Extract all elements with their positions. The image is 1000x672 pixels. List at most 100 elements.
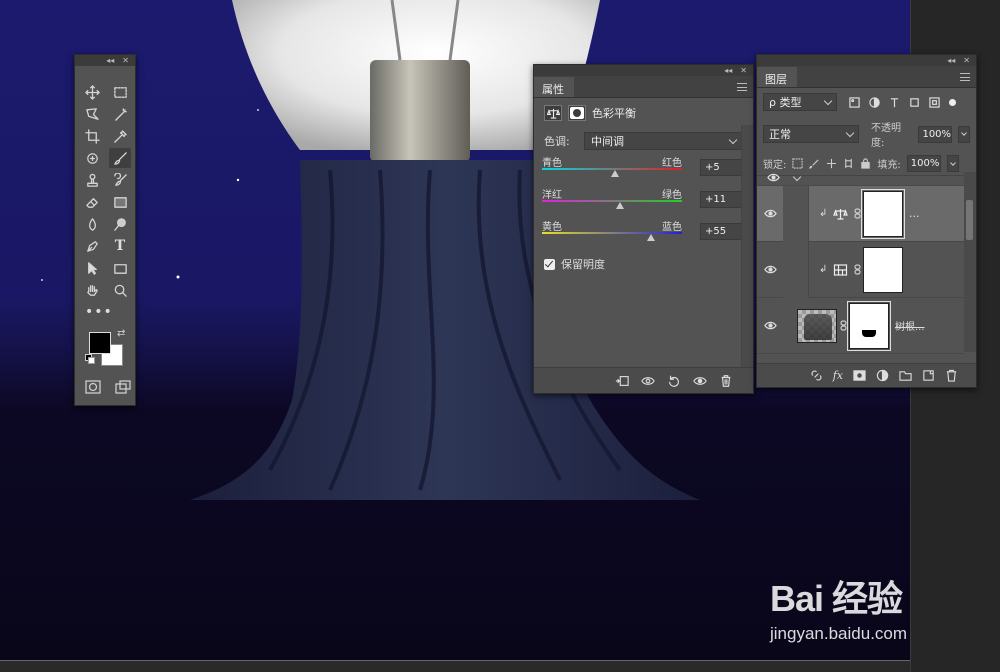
eye-icon[interactable] [767,172,780,185]
layer-mask-thumbnail[interactable] [847,300,891,351]
opacity-field[interactable]: 100% [918,125,953,143]
filter-adjustment-icon[interactable] [869,96,880,108]
properties-panel-bar[interactable]: ◂◂ ✕ [534,65,753,76]
link-layers-icon[interactable] [810,369,823,382]
new-adjustment-icon[interactable] [876,369,889,382]
filter-shape-icon[interactable] [909,97,920,108]
tone-select[interactable]: 中间调 [584,132,743,150]
gradient-tool[interactable] [109,192,131,212]
slider-value-field[interactable]: +55 [700,223,742,240]
dodge-tool[interactable] [109,214,131,234]
close-icon[interactable]: ✕ [963,56,970,65]
trash-icon[interactable] [719,374,733,388]
crop-tool[interactable] [81,126,103,146]
reset-icon[interactable] [667,374,681,388]
blend-mode-select[interactable]: 正常 [763,125,860,143]
new-group-icon[interactable] [899,369,912,382]
panel-menu-icon[interactable] [737,83,747,91]
collapse-icon[interactable]: ◂◂ [724,66,732,75]
filter-toggle-icon[interactable] [949,98,956,106]
chevron-down-icon[interactable] [792,172,802,182]
slider-track[interactable] [542,232,682,234]
foreground-color[interactable] [89,332,111,354]
tab-properties[interactable]: 属性 [534,77,574,97]
color-balance-icon[interactable] [544,105,562,121]
slider-track[interactable] [542,200,682,202]
clip-to-layer-icon[interactable] [615,374,629,388]
zoom-tool[interactable] [109,280,131,300]
filter-kind-select[interactable]: ρ 类型 [763,93,837,111]
scrollbar-thumb[interactable] [966,200,973,240]
path-selection-tool[interactable] [81,258,103,278]
layer-row-levels[interactable]: ↲ [757,241,964,298]
layers-scrollbar[interactable] [964,172,976,352]
lock-transparency-icon[interactable] [792,158,804,169]
chain-link-icon[interactable] [851,208,863,219]
quick-mask-icon[interactable] [85,380,101,394]
screen-mode-icon[interactable] [115,380,131,394]
filter-smart-object-icon[interactable] [929,96,940,108]
lock-artboard-icon[interactable] [843,158,854,169]
close-icon[interactable]: ✕ [122,56,129,65]
trash-icon[interactable] [945,369,958,382]
pen-tool[interactable] [81,236,103,256]
layer-mask-icon[interactable] [568,105,586,121]
chain-link-icon[interactable] [851,264,863,275]
slider-thumb[interactable] [646,234,655,241]
preserve-luminosity-checkbox[interactable] [544,258,555,270]
filter-pixel-icon[interactable] [849,96,860,108]
layer-mask-thumbnail[interactable] [863,246,903,293]
lock-pixels-icon[interactable] [809,158,820,169]
view-previous-icon[interactable] [641,374,655,388]
hand-tool[interactable] [81,280,103,300]
rectangle-tool[interactable] [109,258,131,278]
filter-type-icon[interactable] [889,97,900,108]
lock-position-icon[interactable] [826,158,837,169]
layer-style-icon[interactable]: fx [833,369,843,382]
layer-group-row[interactable] [757,172,964,186]
layer-name[interactable]: 树根... [895,318,925,333]
eye-icon[interactable] [757,265,783,274]
visibility-icon[interactable] [693,374,707,388]
eye-icon[interactable] [757,209,783,218]
eraser-tool[interactable] [81,192,103,212]
add-mask-icon[interactable] [853,369,866,382]
brush-tool[interactable] [109,148,131,168]
slider-thumb[interactable] [615,202,624,209]
history-brush-tool[interactable] [109,170,131,190]
default-colors-icon[interactable] [85,354,95,364]
new-layer-icon[interactable] [922,369,935,382]
magic-wand-tool[interactable] [109,104,131,124]
type-tool[interactable]: T [109,236,131,256]
layers-panel-bar[interactable]: ◂◂ ✕ [757,55,976,66]
fill-field[interactable]: 100% [906,155,941,172]
layer-row-tree-roots[interactable]: 树根... [757,298,964,354]
marquee-tool[interactable] [109,82,131,102]
more-tools-button[interactable]: ••• [75,304,135,320]
tab-layers[interactable]: 图层 [757,67,797,87]
opacity-dropdown[interactable] [958,125,970,143]
clone-stamp-tool[interactable] [81,170,103,190]
lock-all-icon[interactable] [860,158,871,169]
blur-tool[interactable] [81,214,103,234]
collapse-icon[interactable]: ◂◂ [947,56,955,65]
properties-scrollbar[interactable] [741,125,753,369]
preserve-luminosity-row[interactable]: 保留明度 [534,250,753,278]
chain-link-icon[interactable] [837,320,849,331]
slider-value-field[interactable]: +11 [700,191,742,208]
tools-panel-bar[interactable]: ◂◂ ✕ [75,55,135,66]
healing-brush-tool[interactable] [81,148,103,168]
lasso-tool[interactable] [81,104,103,124]
layer-mask-thumbnail[interactable] [861,188,905,239]
move-tool[interactable] [81,82,103,102]
close-icon[interactable]: ✕ [740,66,747,75]
swap-colors-icon[interactable]: ⇄ [117,328,125,339]
slider-value-field[interactable]: +5 [700,159,742,176]
collapse-icon[interactable]: ◂◂ [106,56,114,65]
fill-dropdown[interactable] [946,155,959,172]
eyedropper-tool[interactable] [109,126,131,146]
panel-menu-icon[interactable] [960,73,970,81]
layer-row-color-balance[interactable]: ↲ ... [757,185,964,242]
eye-icon[interactable] [757,321,783,330]
slider-thumb[interactable] [610,170,619,177]
